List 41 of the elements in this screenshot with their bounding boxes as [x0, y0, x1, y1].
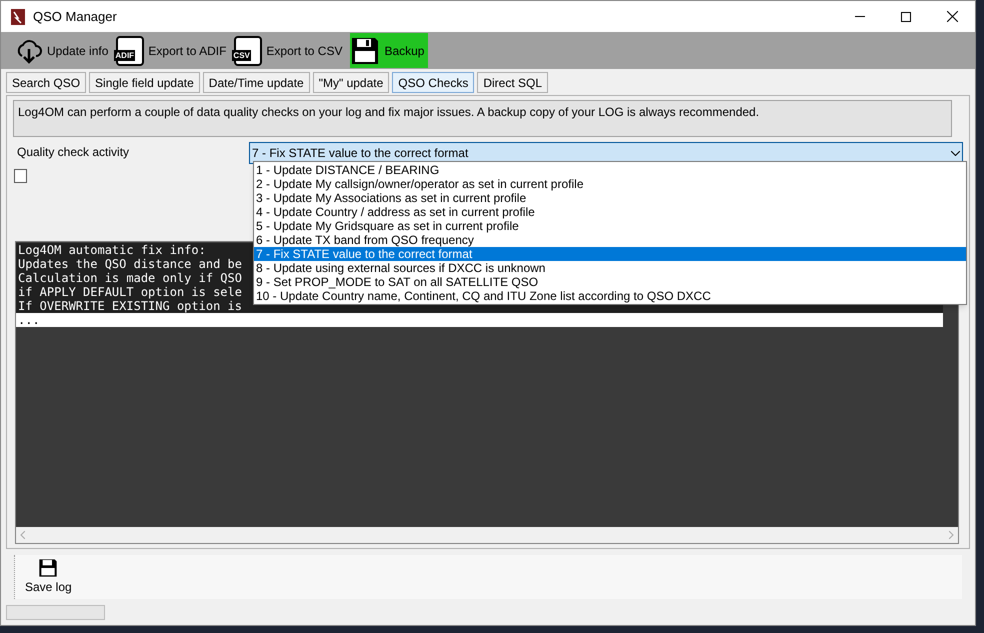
dropdown-option[interactable]: 4 - Update Country / address as set in current profile [254, 205, 966, 219]
chevron-down-icon [951, 150, 960, 156]
tab[interactable]: Search QSO [6, 72, 86, 93]
scroll-right-icon [949, 531, 954, 539]
file-icon-badge: ADIF [114, 50, 136, 60]
toolbar-button[interactable]: Update info [15, 33, 112, 68]
close-icon [946, 11, 958, 22]
option-checkbox[interactable] [14, 169, 27, 183]
tab[interactable]: Single field update [89, 72, 200, 93]
horizontal-scrollbar[interactable] [16, 527, 958, 543]
dropdown-option[interactable]: 9 - Set PROP_MODE to SAT on all SATELLITE QSO [254, 275, 966, 289]
window-title: QSO Manager [33, 8, 117, 26]
log-line: ... [18, 313, 40, 327]
log-line: Log4OM automatic fix info: [18, 243, 206, 257]
tab[interactable]: QSO Checks [392, 72, 474, 93]
dropdown-option[interactable]: 3 - Update My Associations as set in current profile [254, 191, 966, 205]
toolbar-button[interactable]: Backup [350, 33, 428, 68]
log-line: Calculation is made only if QSO [18, 271, 242, 285]
app-logo-icon [11, 8, 25, 24]
scroll-left-icon [20, 531, 25, 539]
dropdown-option[interactable]: 5 - Update My Gridsquare as set in current profile [254, 219, 966, 233]
toolbar-button[interactable]: CSV Export to CSV [234, 33, 346, 68]
log-line: if APPLY DEFAULT option is sele [18, 285, 242, 299]
activity-label: Quality check activity [16, 144, 130, 161]
minimize-icon [855, 16, 865, 17]
info-text: Log4OM can perform a couple of data quality checks on your log and fix major issues. A backup copy of your LOG is always recommended. [13, 100, 952, 137]
dropdown-option[interactable]: 7 - Fix STATE value to the correct format [254, 247, 966, 261]
toolbar-button[interactable]: ADIF Export to ADIF [116, 33, 230, 68]
tab[interactable]: Direct SQL [477, 72, 548, 93]
file-icon-badge: CSV [232, 50, 251, 60]
dropdown-option[interactable]: 8 - Update using external sources if DXCC is unknown [254, 261, 966, 275]
tab[interactable]: "My" update [312, 72, 390, 93]
save-log-button[interactable]: Save log [25, 558, 72, 596]
log-line: If OVERWRITE EXISTING option is [18, 299, 242, 313]
log-line: Updates the QSO distance and be [18, 257, 242, 271]
dropdown-option[interactable]: 1 - Update DISTANCE / BEARING [254, 163, 966, 177]
dropdown-option[interactable]: 10 - Update Country name, Continent, CQ and ITU Zone list according to QSO DXCC [254, 289, 966, 303]
tab[interactable]: Date/Time update [202, 72, 310, 93]
dropdown-option[interactable]: 6 - Update TX band from QSO frequency [254, 233, 966, 247]
dropdown-option[interactable]: 2 - Update My callsign/owner/operator as set in current profile [254, 177, 966, 191]
maximize-icon [901, 12, 911, 22]
